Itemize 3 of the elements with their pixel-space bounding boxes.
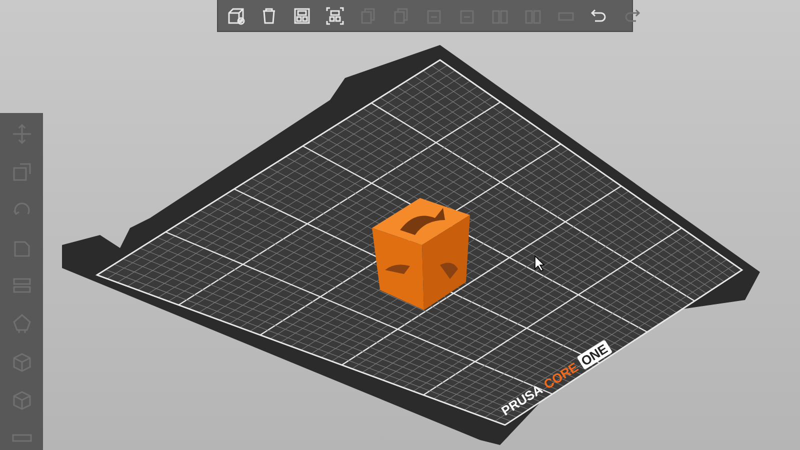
logo-badge: ONE [576, 340, 613, 370]
cube-model[interactable] [372, 198, 470, 310]
mouse-cursor-icon [534, 255, 545, 272]
